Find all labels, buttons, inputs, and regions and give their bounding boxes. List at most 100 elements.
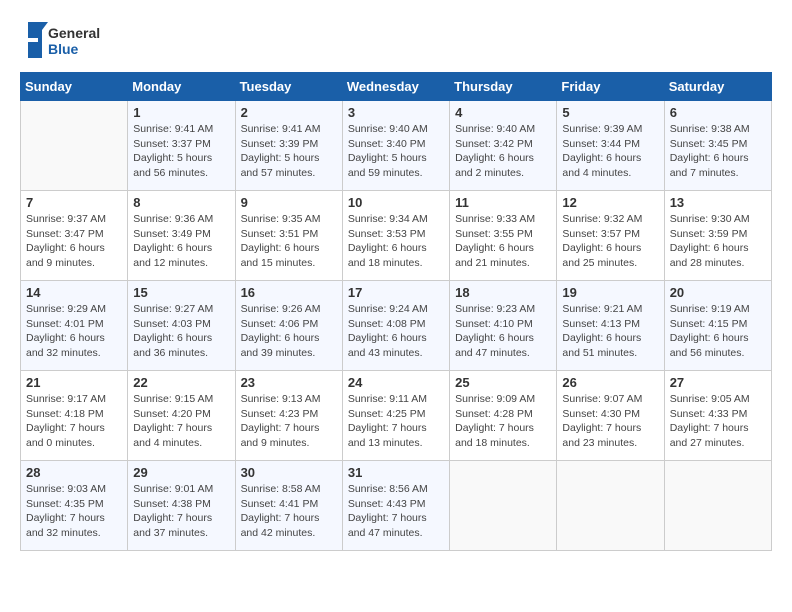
day-info: Sunrise: 9:09 AM Sunset: 4:28 PM Dayligh… (455, 392, 551, 451)
calendar-cell: 15Sunrise: 9:27 AM Sunset: 4:03 PM Dayli… (128, 281, 235, 371)
day-info: Sunrise: 9:40 AM Sunset: 3:40 PM Dayligh… (348, 122, 444, 181)
calendar-week-row: 14 Sunrise: 9:29 AM Sunset: 4:01 PM Dayli… (21, 281, 772, 371)
day-info: Sunrise: 9:29 AM Sunset: 4:01 PM Dayligh… (26, 302, 122, 361)
day-number: 9 (241, 195, 337, 210)
calendar-cell: 20Sunrise: 9:19 AM Sunset: 4:15 PM Dayli… (664, 281, 771, 371)
day-info: Sunrise: 9:38 AM Sunset: 3:45 PM Dayligh… (670, 122, 766, 181)
calendar-cell: 4 Sunrise: 9:40 AM Sunset: 3:42 PM Daylig… (450, 101, 557, 191)
day-number: 17 (348, 285, 444, 300)
calendar-cell: 28Sunrise: 9:03 AM Sunset: 4:35 PM Dayli… (21, 461, 128, 551)
day-number: 6 (670, 105, 766, 120)
calendar-table: SundayMondayTuesdayWednesdayThursdayFrid… (20, 72, 772, 551)
calendar-cell: 21 Sunrise: 9:17 AM Sunset: 4:18 PM Dayli… (21, 371, 128, 461)
calendar-cell: 7Sunrise: 9:37 AM Sunset: 3:47 PM Daylig… (21, 191, 128, 281)
day-info: Sunrise: 9:40 AM Sunset: 3:42 PM Dayligh… (455, 122, 551, 181)
page-header: GeneralBlue (20, 20, 772, 62)
day-info: Sunrise: 9:35 AM Sunset: 3:51 PM Dayligh… (241, 212, 337, 271)
day-info: Sunrise: 9:05 AM Sunset: 4:33 PM Dayligh… (670, 392, 766, 451)
calendar-cell: 9 Sunrise: 9:35 AM Sunset: 3:51 PM Daylig… (235, 191, 342, 281)
day-info: Sunrise: 9:36 AM Sunset: 3:49 PM Dayligh… (133, 212, 229, 271)
day-info: Sunrise: 9:41 AM Sunset: 3:39 PM Dayligh… (241, 122, 337, 181)
day-info: Sunrise: 9:30 AM Sunset: 3:59 PM Dayligh… (670, 212, 766, 271)
calendar-week-row: 28Sunrise: 9:03 AM Sunset: 4:35 PM Dayli… (21, 461, 772, 551)
day-number: 2 (241, 105, 337, 120)
calendar-week-row: 1 Sunrise: 9:41 AM Sunset: 3:37 PM Daylig… (21, 101, 772, 191)
calendar-cell: 19 Sunrise: 9:21 AM Sunset: 4:13 PM Dayli… (557, 281, 664, 371)
day-number: 27 (670, 375, 766, 390)
day-number: 10 (348, 195, 444, 210)
day-number: 24 (348, 375, 444, 390)
weekday-header: Wednesday (342, 73, 449, 101)
day-info: Sunrise: 9:32 AM Sunset: 3:57 PM Dayligh… (562, 212, 658, 271)
day-info: Sunrise: 9:13 AM Sunset: 4:23 PM Dayligh… (241, 392, 337, 451)
calendar-cell (450, 461, 557, 551)
calendar-cell: 29 Sunrise: 9:01 AM Sunset: 4:38 PM Dayli… (128, 461, 235, 551)
day-number: 11 (455, 195, 551, 210)
day-number: 4 (455, 105, 551, 120)
day-number: 29 (133, 465, 229, 480)
day-number: 18 (455, 285, 551, 300)
day-info: Sunrise: 9:41 AM Sunset: 3:37 PM Dayligh… (133, 122, 229, 181)
calendar-cell: 17 Sunrise: 9:24 AM Sunset: 4:08 PM Dayli… (342, 281, 449, 371)
day-number: 13 (670, 195, 766, 210)
day-number: 19 (562, 285, 658, 300)
day-number: 20 (670, 285, 766, 300)
day-info: Sunrise: 9:11 AM Sunset: 4:25 PM Dayligh… (348, 392, 444, 451)
day-number: 21 (26, 375, 122, 390)
calendar-cell: 31 Sunrise: 8:56 AM Sunset: 4:43 PM Dayli… (342, 461, 449, 551)
calendar-cell: 13 Sunrise: 9:30 AM Sunset: 3:59 PM Dayli… (664, 191, 771, 281)
calendar-cell: 14 Sunrise: 9:29 AM Sunset: 4:01 PM Dayli… (21, 281, 128, 371)
calendar-cell: 6 Sunrise: 9:38 AM Sunset: 3:45 PM Daylig… (664, 101, 771, 191)
logo: GeneralBlue (20, 20, 110, 62)
day-number: 28 (26, 465, 122, 480)
calendar-cell: 18Sunrise: 9:23 AM Sunset: 4:10 PM Dayli… (450, 281, 557, 371)
calendar-week-row: 7Sunrise: 9:37 AM Sunset: 3:47 PM Daylig… (21, 191, 772, 281)
day-number: 1 (133, 105, 229, 120)
day-info: Sunrise: 8:56 AM Sunset: 4:43 PM Dayligh… (348, 482, 444, 541)
day-number: 31 (348, 465, 444, 480)
weekday-header: Thursday (450, 73, 557, 101)
calendar-cell: 3 Sunrise: 9:40 AM Sunset: 3:40 PM Daylig… (342, 101, 449, 191)
day-info: Sunrise: 9:24 AM Sunset: 4:08 PM Dayligh… (348, 302, 444, 361)
day-info: Sunrise: 9:34 AM Sunset: 3:53 PM Dayligh… (348, 212, 444, 271)
svg-text:Blue: Blue (48, 41, 79, 57)
day-info: Sunrise: 9:27 AM Sunset: 4:03 PM Dayligh… (133, 302, 229, 361)
calendar-cell: 25 Sunrise: 9:09 AM Sunset: 4:28 PM Dayli… (450, 371, 557, 461)
day-info: Sunrise: 9:01 AM Sunset: 4:38 PM Dayligh… (133, 482, 229, 541)
day-number: 14 (26, 285, 122, 300)
day-info: Sunrise: 9:21 AM Sunset: 4:13 PM Dayligh… (562, 302, 658, 361)
calendar-cell: 8 Sunrise: 9:36 AM Sunset: 3:49 PM Daylig… (128, 191, 235, 281)
calendar-cell: 1 Sunrise: 9:41 AM Sunset: 3:37 PM Daylig… (128, 101, 235, 191)
calendar-cell: 24 Sunrise: 9:11 AM Sunset: 4:25 PM Dayli… (342, 371, 449, 461)
weekday-header: Friday (557, 73, 664, 101)
calendar-header: SundayMondayTuesdayWednesdayThursdayFrid… (21, 73, 772, 101)
calendar-cell: 27 Sunrise: 9:05 AM Sunset: 4:33 PM Dayli… (664, 371, 771, 461)
day-info: Sunrise: 9:26 AM Sunset: 4:06 PM Dayligh… (241, 302, 337, 361)
day-number: 23 (241, 375, 337, 390)
calendar-cell: 22Sunrise: 9:15 AM Sunset: 4:20 PM Dayli… (128, 371, 235, 461)
header-row: SundayMondayTuesdayWednesdayThursdayFrid… (21, 73, 772, 101)
day-number: 25 (455, 375, 551, 390)
calendar-cell: 30Sunrise: 8:58 AM Sunset: 4:41 PM Dayli… (235, 461, 342, 551)
day-number: 30 (241, 465, 337, 480)
calendar-cell: 12 Sunrise: 9:32 AM Sunset: 3:57 PM Dayli… (557, 191, 664, 281)
calendar-cell (557, 461, 664, 551)
day-number: 12 (562, 195, 658, 210)
calendar-cell (664, 461, 771, 551)
day-number: 16 (241, 285, 337, 300)
day-number: 5 (562, 105, 658, 120)
calendar-cell: 2 Sunrise: 9:41 AM Sunset: 3:39 PM Daylig… (235, 101, 342, 191)
calendar-cell: 11Sunrise: 9:33 AM Sunset: 3:55 PM Dayli… (450, 191, 557, 281)
day-number: 8 (133, 195, 229, 210)
calendar-cell: 26Sunrise: 9:07 AM Sunset: 4:30 PM Dayli… (557, 371, 664, 461)
calendar-cell: 16 Sunrise: 9:26 AM Sunset: 4:06 PM Dayli… (235, 281, 342, 371)
day-info: Sunrise: 9:15 AM Sunset: 4:20 PM Dayligh… (133, 392, 229, 451)
calendar-cell: 23 Sunrise: 9:13 AM Sunset: 4:23 PM Dayli… (235, 371, 342, 461)
weekday-header: Monday (128, 73, 235, 101)
day-info: Sunrise: 9:17 AM Sunset: 4:18 PM Dayligh… (26, 392, 122, 451)
calendar-cell: 5Sunrise: 9:39 AM Sunset: 3:44 PM Daylig… (557, 101, 664, 191)
day-info: Sunrise: 9:07 AM Sunset: 4:30 PM Dayligh… (562, 392, 658, 451)
calendar-cell: 10 Sunrise: 9:34 AM Sunset: 3:53 PM Dayli… (342, 191, 449, 281)
day-info: Sunrise: 9:37 AM Sunset: 3:47 PM Dayligh… (26, 212, 122, 271)
day-number: 3 (348, 105, 444, 120)
